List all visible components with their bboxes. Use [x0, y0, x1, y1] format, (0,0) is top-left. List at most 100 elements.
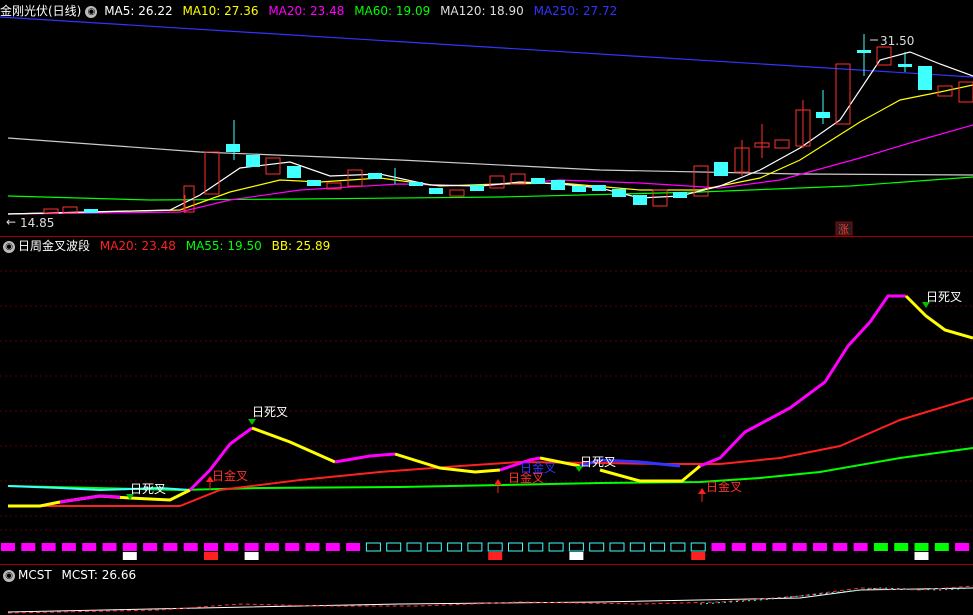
status-cell [955, 543, 970, 551]
candle [287, 166, 301, 178]
status-cell [102, 543, 117, 551]
low-price-arrow-icon: ← [6, 215, 16, 229]
status-cell [528, 542, 544, 552]
candle [633, 195, 647, 205]
ma5-line [7, 51, 973, 215]
golden-cross-label: 日金叉 [520, 460, 556, 475]
golden-cross-label: 日金叉 [706, 479, 742, 494]
indicator-lines [7, 294, 973, 508]
status-cell [365, 542, 381, 552]
signal-cell [569, 552, 584, 560]
status-cell [163, 543, 178, 551]
status-cell [711, 543, 726, 551]
zhang-badge[interactable]: 涨 [838, 223, 849, 236]
status-cell [934, 543, 949, 551]
golden-cross-label: 日金叉 [212, 468, 248, 483]
status-cell [772, 543, 787, 551]
status-cell [61, 543, 76, 551]
candle [857, 50, 871, 53]
status-cell [325, 543, 340, 551]
candle [347, 169, 363, 187]
up-arrow-icon [494, 479, 502, 485]
candle [918, 66, 932, 90]
chart-canvas[interactable]: 31.50 ← 14.85 涨 日死叉 日金叉 日死叉 日金叉 日金叉 日死叉 … [0, 0, 973, 615]
signal-cell [244, 552, 259, 560]
status-cell [406, 542, 422, 552]
status-cell [670, 542, 686, 552]
status-cell [305, 543, 320, 551]
status-cell [346, 543, 361, 551]
candle [612, 189, 626, 197]
candle [572, 186, 586, 192]
down-arrow-icon [575, 466, 583, 472]
status-cell [894, 543, 909, 551]
status-cell [752, 543, 767, 551]
status-cell [1, 543, 15, 551]
candle [409, 182, 423, 186]
candle [470, 185, 484, 191]
status-cell [792, 543, 807, 551]
ma20-line [7, 124, 973, 215]
signal-cell [204, 552, 218, 560]
signal-cell [691, 552, 706, 560]
candle [714, 162, 728, 176]
status-cell [21, 543, 36, 551]
candle [816, 112, 830, 118]
status-cell [833, 543, 848, 551]
candle [592, 185, 606, 191]
bb-segment [334, 452, 396, 464]
candle [204, 151, 220, 195]
status-cell [183, 543, 198, 551]
death-cross-label: 日死叉 [580, 455, 616, 469]
down-arrow-icon [248, 419, 256, 425]
status-cell [629, 542, 645, 552]
status-cell [508, 542, 523, 552]
status-cell [204, 543, 218, 551]
candle [226, 144, 240, 152]
up-arrow-icon [698, 488, 706, 494]
status-cell [589, 542, 605, 552]
status-cell [914, 543, 929, 551]
status-cell [853, 543, 868, 551]
status-cell [447, 542, 463, 552]
status-strip [1, 542, 970, 560]
status-cell [244, 543, 259, 551]
high-price-label: 31.50 [880, 34, 914, 48]
signal-cell [914, 552, 929, 560]
status-cell [264, 543, 279, 551]
bb-segment [699, 294, 906, 468]
status-cell [386, 542, 402, 552]
candle [307, 180, 321, 186]
status-cell [82, 543, 97, 551]
candle [265, 157, 281, 175]
candle [84, 209, 98, 213]
low-price-label: 14.85 [20, 216, 54, 230]
status-cell [285, 543, 300, 551]
status-cell [487, 542, 503, 552]
death-cross-label: 日死叉 [252, 405, 288, 419]
bb-segment [59, 494, 121, 504]
down-arrow-icon [922, 302, 930, 308]
candle [368, 173, 382, 179]
status-cell [873, 543, 888, 551]
status-cell [568, 542, 584, 552]
death-cross-label: 日死叉 [926, 290, 962, 304]
status-cell [548, 542, 564, 552]
status-cell [690, 542, 706, 552]
signal-cell [122, 552, 137, 560]
death-cross-label: 日死叉 [130, 482, 166, 496]
ma120-line [7, 137, 973, 176]
ma250-line [0, 16, 973, 78]
status-cell [650, 542, 666, 552]
candle [246, 155, 260, 167]
ma10-line [7, 84, 973, 215]
candle [531, 178, 545, 184]
candle [774, 139, 790, 149]
candle [551, 180, 565, 190]
status-cell [609, 542, 625, 552]
signal-cell [488, 552, 503, 560]
signal-markers[interactable]: 日死叉 日金叉 日死叉 日金叉 日金叉 日死叉 日金叉 日死叉 [126, 290, 962, 502]
candle [898, 64, 912, 67]
bb-segment [251, 426, 336, 464]
status-cell [426, 542, 442, 552]
